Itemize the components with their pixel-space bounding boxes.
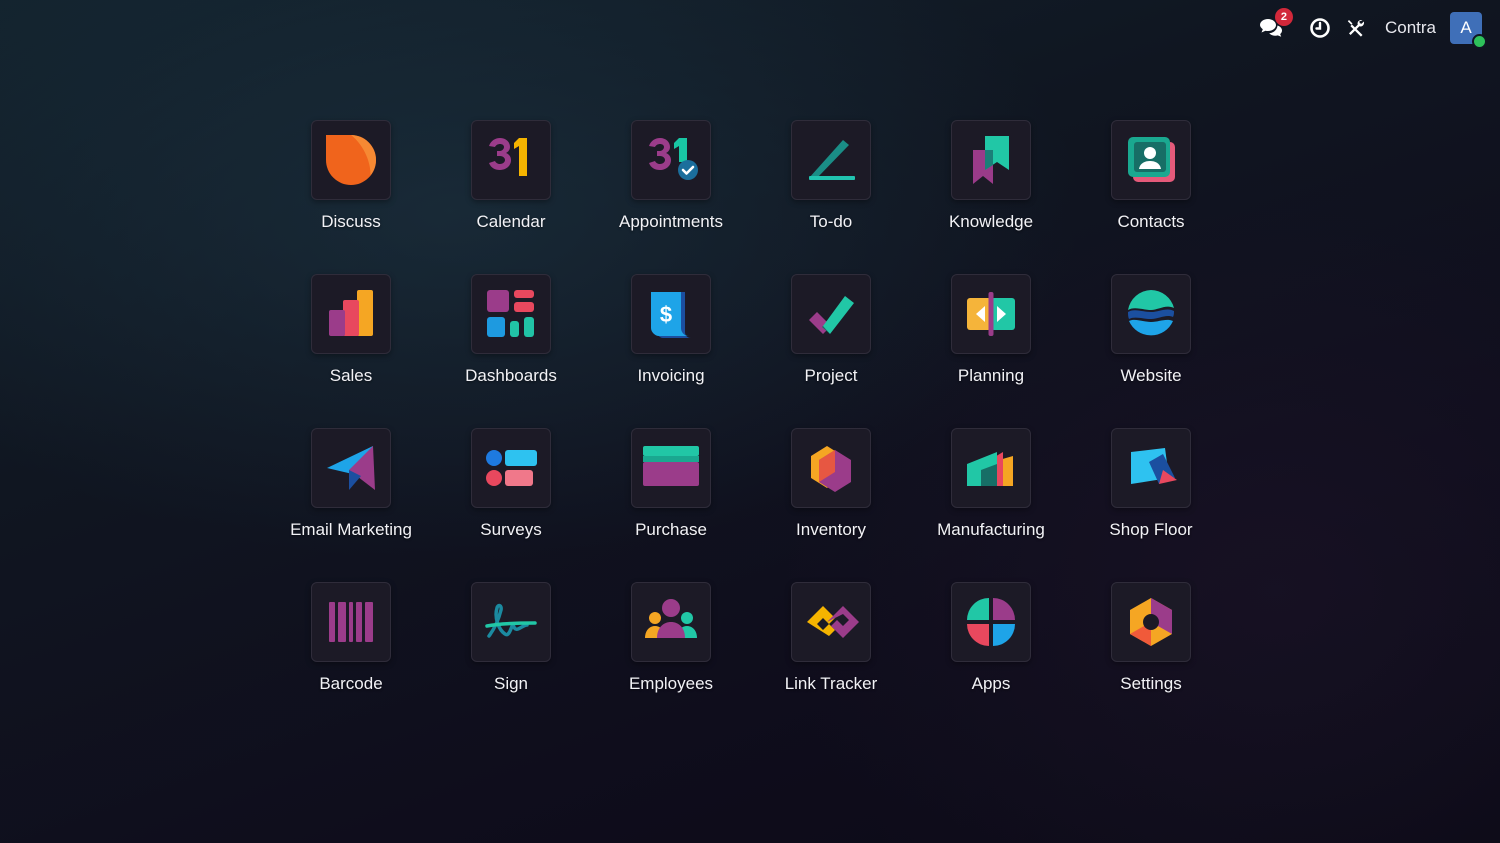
user-initial: A (1460, 18, 1472, 37)
app-label: Knowledge (948, 212, 1034, 231)
planning-icon (951, 274, 1031, 354)
website-icon (1111, 274, 1191, 354)
tools-icon (1345, 17, 1367, 39)
app-todo[interactable]: To-do (751, 120, 911, 274)
surveys-icon (471, 428, 551, 508)
app-label: Email Marketing (290, 520, 412, 539)
app-purchase[interactable]: Purchase (591, 428, 751, 582)
app-employees[interactable]: Employees (591, 582, 751, 736)
app-label: Sign (493, 674, 529, 693)
app-label: Planning (957, 366, 1025, 385)
app-barcode[interactable]: Barcode (271, 582, 431, 736)
app-project[interactable]: Project (751, 274, 911, 428)
app-label: Link Tracker (784, 674, 878, 693)
app-label: Inventory (796, 520, 866, 539)
app-label: Project (804, 366, 858, 385)
knowledge-icon (951, 120, 1031, 200)
shop-floor-icon (1111, 428, 1191, 508)
messages-count-badge: 2 (1274, 8, 1293, 26)
app-label: Manufacturing (937, 520, 1045, 539)
app-label: Invoicing (637, 366, 705, 385)
app-contacts[interactable]: Contacts (1071, 120, 1231, 274)
clock-icon (1309, 17, 1331, 39)
activities-button[interactable] (1309, 17, 1331, 39)
app-calendar[interactable]: Calendar (431, 120, 591, 274)
app-knowledge[interactable]: Knowledge (911, 120, 1071, 274)
app-manufacturing[interactable]: Manufacturing (911, 428, 1071, 582)
discuss-icon (311, 120, 391, 200)
inventory-icon (791, 428, 871, 508)
app-label: Employees (628, 674, 714, 693)
app-label: Purchase (635, 520, 707, 539)
app-surveys[interactable]: Surveys (431, 428, 591, 582)
app-label: Barcode (319, 674, 383, 693)
invoicing-icon: $ (631, 274, 711, 354)
app-planning[interactable]: Planning (911, 274, 1071, 428)
app-dashboards[interactable]: Dashboards (431, 274, 591, 428)
online-status-indicator (1472, 34, 1487, 49)
app-label: Website (1120, 366, 1182, 385)
app-label: Discuss (321, 212, 381, 231)
email-marketing-icon (311, 428, 391, 508)
app-label: Sales (329, 366, 373, 385)
dashboards-icon (471, 274, 551, 354)
calendar-icon (471, 120, 551, 200)
app-link-tracker[interactable]: Link Tracker (751, 582, 911, 736)
app-appointments[interactable]: Appointments (591, 120, 751, 274)
apps-icon (951, 582, 1031, 662)
todo-icon (791, 120, 871, 200)
app-grid: Discuss Calendar Appointments To-do Know… (271, 120, 1231, 736)
app-sign[interactable]: Sign (431, 582, 591, 736)
sales-icon (311, 274, 391, 354)
app-shop-floor[interactable]: Shop Floor (1071, 428, 1231, 582)
app-discuss[interactable]: Discuss (271, 120, 431, 274)
svg-text:$: $ (660, 302, 672, 327)
company-switcher[interactable]: Contra (1385, 18, 1436, 38)
top-navbar: 2 Contra A (1245, 0, 1500, 56)
app-label: Surveys (480, 520, 542, 539)
messages-button[interactable]: 2 (1259, 8, 1293, 39)
settings-icon (1111, 582, 1191, 662)
appointments-icon (631, 120, 711, 200)
app-email-marketing[interactable]: Email Marketing (271, 428, 431, 582)
app-invoicing[interactable]: $ Invoicing (591, 274, 751, 428)
sign-icon (471, 582, 551, 662)
app-label: Shop Floor (1109, 520, 1193, 539)
app-settings[interactable]: Settings (1071, 582, 1231, 736)
purchase-icon (631, 428, 711, 508)
link-tracker-icon (791, 582, 871, 662)
app-label: Settings (1120, 674, 1182, 693)
app-label: Calendar (476, 212, 546, 231)
app-label: Appointments (619, 212, 723, 231)
app-label: To-do (809, 212, 853, 231)
user-avatar[interactable]: A (1450, 12, 1487, 49)
project-icon (791, 274, 871, 354)
app-label: Apps (971, 674, 1011, 693)
contacts-icon (1111, 120, 1191, 200)
barcode-icon (311, 582, 391, 662)
app-label: Contacts (1117, 212, 1185, 231)
manufacturing-icon (951, 428, 1031, 508)
app-inventory[interactable]: Inventory (751, 428, 911, 582)
app-label: Dashboards (465, 366, 557, 385)
debug-tools-button[interactable] (1345, 17, 1367, 39)
app-apps[interactable]: Apps (911, 582, 1071, 736)
app-sales[interactable]: Sales (271, 274, 431, 428)
employees-icon (631, 582, 711, 662)
app-website[interactable]: Website (1071, 274, 1231, 428)
